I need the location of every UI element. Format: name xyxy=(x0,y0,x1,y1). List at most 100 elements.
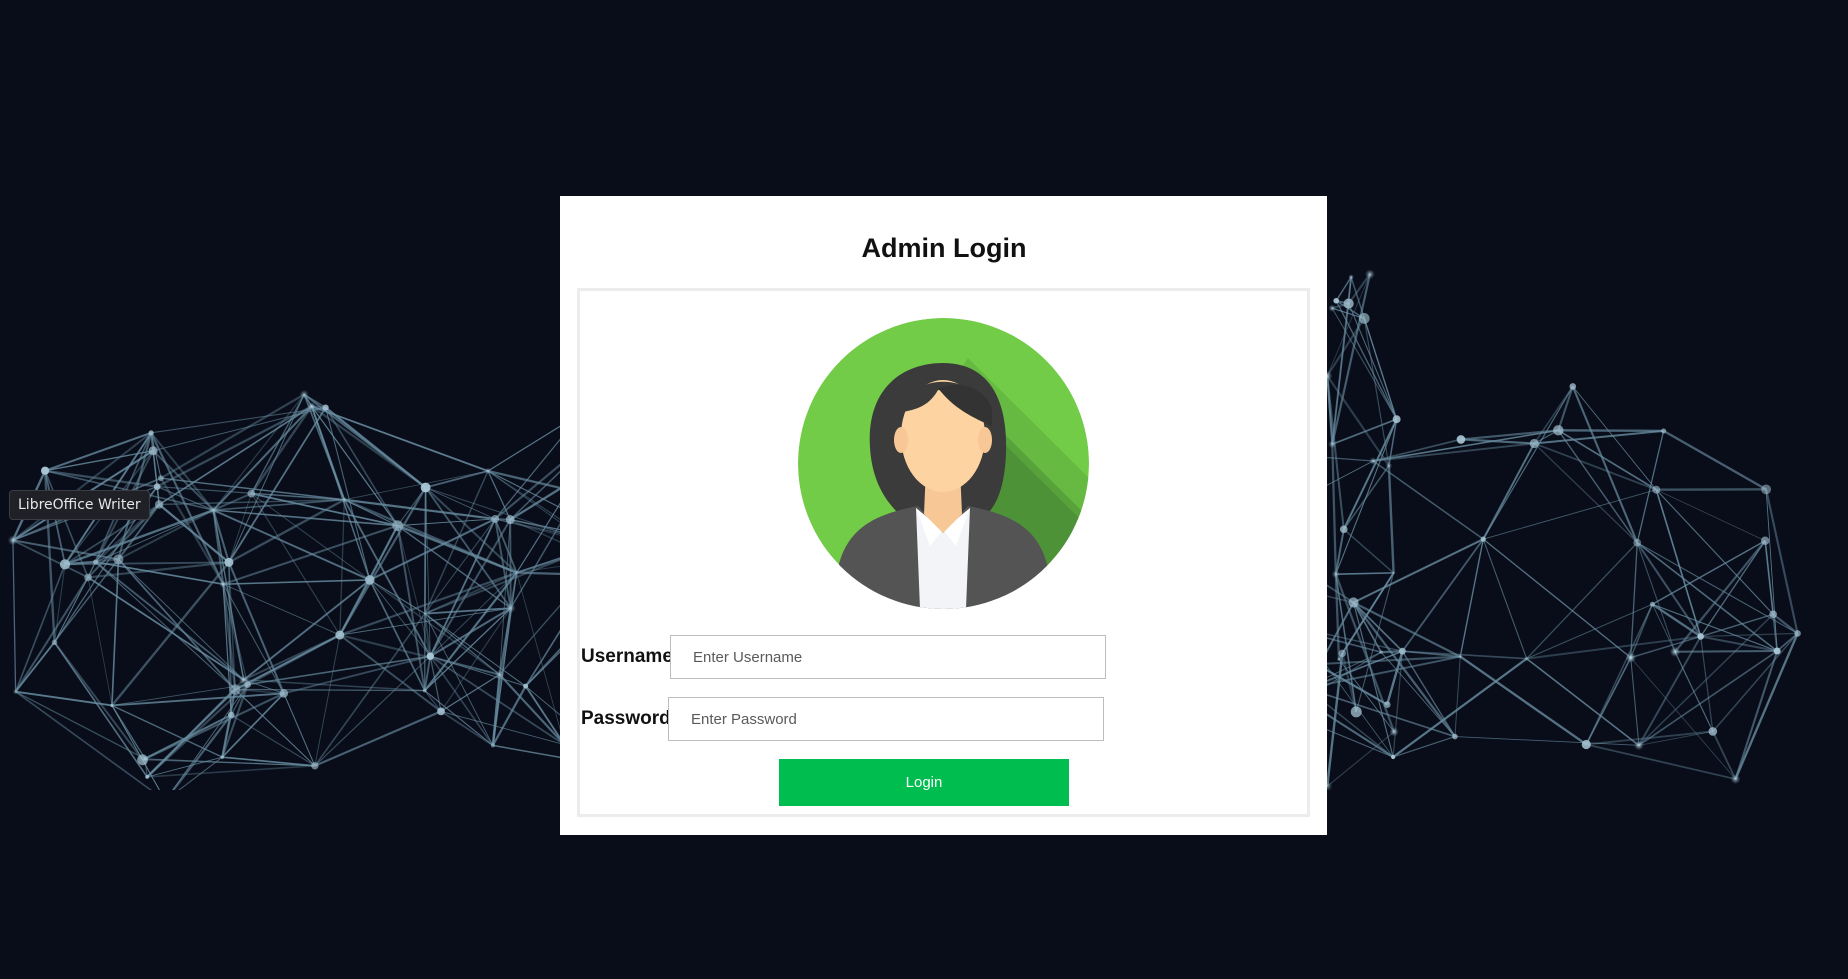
network-node xyxy=(341,496,348,503)
network-node xyxy=(110,703,114,708)
network-node xyxy=(220,755,225,759)
network-line xyxy=(1586,743,1736,780)
network-node xyxy=(1391,754,1396,760)
network-line xyxy=(111,692,284,707)
network-line xyxy=(1459,655,1587,746)
network-node xyxy=(1331,569,1341,579)
network-line xyxy=(424,487,427,614)
network-node xyxy=(1348,274,1355,281)
network-node xyxy=(307,402,317,411)
network-line xyxy=(14,564,66,692)
network-line xyxy=(440,674,500,712)
network-node xyxy=(1457,654,1463,660)
network-node xyxy=(1761,484,1772,495)
network-node xyxy=(93,559,99,565)
network-node xyxy=(1358,313,1370,324)
network-node xyxy=(491,514,500,523)
network-line xyxy=(425,470,489,489)
taskbar-tooltip: LibreOffice Writer xyxy=(9,490,150,520)
network-node xyxy=(1339,525,1348,534)
network-node xyxy=(1333,297,1340,304)
network-line xyxy=(1526,542,1638,660)
network-line xyxy=(1636,542,1702,638)
network-line xyxy=(1334,529,1345,575)
network-node xyxy=(12,688,19,695)
network-node xyxy=(505,515,515,525)
network-node xyxy=(1350,706,1362,718)
network-line xyxy=(1402,650,1527,660)
network-node xyxy=(84,573,92,582)
network-line xyxy=(111,561,230,707)
network-node xyxy=(59,559,71,570)
network-line xyxy=(1459,539,1484,657)
network-line xyxy=(44,431,152,472)
network-line xyxy=(1326,731,1395,787)
network-line xyxy=(156,405,313,488)
network-line xyxy=(344,470,489,501)
network-node xyxy=(1769,610,1777,619)
network-node xyxy=(51,639,58,646)
network-node xyxy=(1391,571,1396,575)
network-node xyxy=(1553,425,1564,436)
network-node xyxy=(1773,647,1781,655)
network-node xyxy=(1328,304,1336,312)
network-line xyxy=(1373,442,1535,462)
network-node xyxy=(423,612,427,616)
network-node xyxy=(247,489,256,498)
network-node xyxy=(1392,415,1401,424)
network-node xyxy=(1336,657,1342,662)
network-line xyxy=(1392,657,1528,758)
network-node xyxy=(1660,428,1667,434)
network-node xyxy=(227,711,235,719)
login-button[interactable]: Login xyxy=(779,759,1069,806)
network-line xyxy=(1734,650,1779,780)
network-line xyxy=(15,691,153,790)
network-node xyxy=(229,684,241,695)
network-node xyxy=(1697,633,1704,640)
network-node xyxy=(1794,630,1801,637)
network-line xyxy=(230,714,316,767)
network-line xyxy=(234,689,316,767)
network-node xyxy=(1348,597,1359,608)
network-node xyxy=(1379,650,1383,654)
network-line xyxy=(311,405,399,526)
network-node xyxy=(7,535,18,546)
network-line xyxy=(1700,540,1766,637)
network-node xyxy=(1399,647,1406,655)
network-line xyxy=(53,641,144,761)
login-page: LibreOffice Writer Admin Login Username … xyxy=(0,0,1848,979)
network-node xyxy=(1708,727,1718,736)
network-line xyxy=(243,579,371,681)
network-node xyxy=(513,569,520,576)
network-node xyxy=(208,505,219,516)
network-node xyxy=(1633,740,1644,751)
network-line xyxy=(396,525,426,691)
network-line xyxy=(311,405,489,472)
network-line xyxy=(12,432,152,542)
network-node xyxy=(1364,269,1375,280)
network-node xyxy=(392,520,404,532)
network-node xyxy=(1452,733,1458,740)
network-node xyxy=(322,404,329,411)
network-line xyxy=(1335,418,1398,575)
page-title: Admin Login xyxy=(861,233,1027,263)
network-node xyxy=(1569,383,1577,390)
network-line xyxy=(1585,603,1654,745)
network-node xyxy=(426,652,434,660)
network-line xyxy=(1630,542,1638,658)
network-node xyxy=(145,775,150,779)
network-line xyxy=(1387,465,1395,573)
network-node xyxy=(1669,646,1681,658)
network-line xyxy=(1700,635,1778,653)
network-line xyxy=(1392,736,1456,758)
network-node xyxy=(1480,536,1486,542)
password-input[interactable] xyxy=(668,697,1104,741)
network-line xyxy=(1533,442,1638,544)
network-line xyxy=(283,693,316,766)
network-line xyxy=(53,641,148,778)
network-line xyxy=(223,579,370,585)
network-node xyxy=(1760,536,1770,545)
network-line xyxy=(14,641,56,693)
username-input[interactable] xyxy=(670,635,1106,679)
network-node xyxy=(113,554,124,565)
